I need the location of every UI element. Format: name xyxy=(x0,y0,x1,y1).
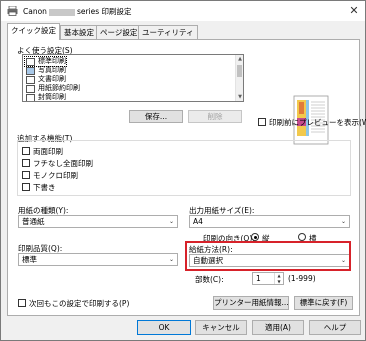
close-icon[interactable]: ✕ xyxy=(347,4,361,18)
delete-button[interactable]: 削除 xyxy=(188,110,242,123)
favorites-list[interactable]: 標準印刷 写真印刷 文書印刷 用紙節約印刷 封筒印刷 ▲ ▼ xyxy=(22,54,244,102)
print-settings-window: Canon series 印刷設定 ✕ クイック設定 基本設定 ページ設定 ユーテ… xyxy=(0,0,366,341)
scroll-thumb[interactable] xyxy=(237,65,242,77)
list-item[interactable]: 用紙節約印刷 xyxy=(25,84,80,93)
chevron-down-icon: ⌄ xyxy=(168,256,174,263)
printer-icon xyxy=(7,6,18,16)
tab-page-setup[interactable]: ページ設定 xyxy=(96,25,142,39)
draft-label: 下書き xyxy=(33,183,56,192)
list-item[interactable]: 写真印刷 xyxy=(25,66,66,75)
media-type-value: 普通紙 xyxy=(22,217,45,226)
title-bar: Canon series 印刷設定 ✕ xyxy=(1,1,365,21)
grayscale-label: モノクロ印刷 xyxy=(33,171,78,180)
chevron-down-icon: ⌄ xyxy=(168,218,174,225)
preview-before-print-checkbox[interactable] xyxy=(258,118,266,126)
printer-media-info-button[interactable]: プリンター用紙情報... xyxy=(213,296,289,310)
media-type-select[interactable]: 普通紙 ⌄ xyxy=(18,215,178,228)
grayscale-checkbox[interactable] xyxy=(22,171,30,179)
tab-utilities[interactable]: ユーティリティ xyxy=(138,25,198,39)
list-item[interactable]: 文書印刷 xyxy=(25,75,66,84)
paper-size-select[interactable]: A4 ⌄ xyxy=(189,215,350,228)
print-quality-select[interactable]: 標準 ⌄ xyxy=(18,253,178,266)
window-title: Canon series 印刷設定 xyxy=(23,6,132,17)
preview-before-print-label: 印刷前にプレビューを表示(W) xyxy=(269,118,366,127)
document-icon xyxy=(26,58,35,66)
paper-saving-icon xyxy=(26,85,35,93)
chevron-down-icon: ⌄ xyxy=(340,218,346,225)
duplex-label: 両面印刷 xyxy=(33,147,63,156)
tab-main[interactable]: 基本設定 xyxy=(60,25,98,39)
borderless-label: フチなし全面印刷 xyxy=(33,159,93,168)
copies-value: 1 xyxy=(256,274,261,283)
list-item-label: 用紙節約印刷 xyxy=(38,84,80,92)
always-print-checkbox[interactable] xyxy=(18,299,26,307)
paper-source-highlight xyxy=(185,241,351,271)
list-item[interactable]: 封筒印刷 xyxy=(25,93,66,101)
copies-label: 部数(C): xyxy=(195,275,224,284)
draft-checkbox[interactable] xyxy=(22,183,30,191)
paper-size-value: A4 xyxy=(193,217,203,226)
duplex-checkbox[interactable] xyxy=(22,147,30,155)
scroll-down-icon[interactable]: ▼ xyxy=(236,93,243,101)
cancel-button[interactable]: キャンセル xyxy=(195,320,247,335)
copies-stepper[interactable]: 1 ▲ ▼ xyxy=(252,272,284,285)
list-item-label: 封筒印刷 xyxy=(38,93,66,101)
portrait-radio[interactable] xyxy=(251,233,259,241)
copies-range: (1-999) xyxy=(288,274,316,283)
quick-setup-panel: よく使う設定(S) 標準印刷 写真印刷 文書印刷 用紙節約印刷 封筒印刷 ▲ ▼ xyxy=(7,39,366,316)
always-print-label: 次回もこの設定で印刷する(P) xyxy=(29,299,130,308)
redacted-model-name xyxy=(48,8,75,16)
list-item-label: 写真印刷 xyxy=(38,66,66,74)
list-item[interactable]: 標準印刷 xyxy=(24,56,67,67)
borderless-checkbox[interactable] xyxy=(22,159,30,167)
ok-button[interactable]: OK xyxy=(137,320,191,335)
scroll-up-icon[interactable]: ▲ xyxy=(236,55,243,63)
landscape-radio[interactable] xyxy=(298,233,306,241)
apply-button[interactable]: 適用(A) xyxy=(252,320,304,335)
tab-bar: クイック設定 基本設定 ページ設定 ユーティリティ xyxy=(7,23,359,40)
list-item-label: 標準印刷 xyxy=(38,57,66,65)
save-button[interactable]: 保存... xyxy=(129,110,183,123)
envelope-icon xyxy=(26,94,35,101)
defaults-button[interactable]: 標準に戻す(F) xyxy=(294,296,353,310)
photo-icon xyxy=(26,67,35,75)
print-quality-value: 標準 xyxy=(22,255,37,264)
title-suffix: series 印刷設定 xyxy=(76,7,132,16)
stepper-arrows-icon[interactable]: ▲ ▼ xyxy=(274,273,283,284)
list-scrollbar[interactable]: ▲ ▼ xyxy=(235,55,243,101)
document-icon xyxy=(26,76,35,84)
title-prefix: Canon xyxy=(23,7,47,16)
help-button[interactable]: ヘルプ xyxy=(309,320,361,335)
list-item-label: 文書印刷 xyxy=(38,75,66,83)
tab-quick-setup[interactable]: クイック設定 xyxy=(7,23,60,40)
